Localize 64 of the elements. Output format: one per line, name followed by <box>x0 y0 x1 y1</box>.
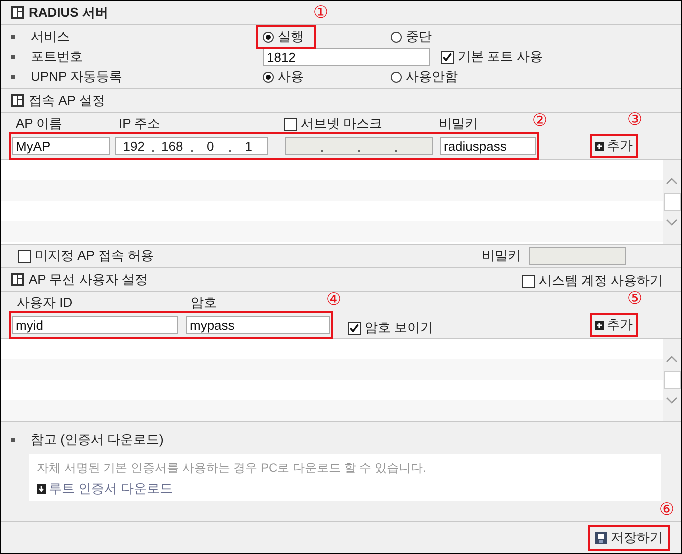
section-title: AP 무선 사용자 설정 <box>29 270 148 288</box>
checkbox[interactable]: 미지정 AP 접속 허용 <box>18 247 154 265</box>
checkbox[interactable]: 서브넷 마스크 <box>284 115 439 133</box>
password-field[interactable]: mypass <box>186 316 330 334</box>
download-link[interactable]: 루트 인증서 다운로드 <box>37 480 174 498</box>
field-label: 서비스 <box>31 28 71 46</box>
radio-button[interactable]: 중단 <box>391 28 432 46</box>
column-label: 사용자 ID <box>17 294 74 312</box>
column-label: AP 이름 <box>16 115 64 133</box>
scroll-up-icon <box>666 355 678 363</box>
bullet-icon <box>11 438 15 442</box>
save-icon <box>595 532 607 544</box>
bullet-icon <box>11 35 15 39</box>
add-button[interactable]: 추가 <box>592 315 636 335</box>
user-id-field[interactable]: myid <box>12 316 178 334</box>
plus-icon <box>595 142 604 150</box>
radio-button[interactable]: 사용 <box>263 68 304 86</box>
checkbox[interactable]: 시스템 계정 사용하기 <box>522 272 663 290</box>
ip-octet: 168 <box>160 138 184 154</box>
scrollbar-thumb[interactable] <box>664 371 680 389</box>
callout-number: ④ <box>325 291 343 309</box>
column-label: IP 주소 <box>119 115 162 133</box>
notice-text: 자체 서명된 기본 인증서를 사용하는 경우 PC로 다운로드 할 수 있습니다. <box>37 460 428 477</box>
plus-icon <box>595 320 604 330</box>
secret-field[interactable]: radiuspass <box>440 137 536 155</box>
port-field[interactable]: 1812 <box>263 48 430 66</box>
panel-icon <box>11 273 24 286</box>
checkmark-icon <box>442 50 453 64</box>
section-title: 접속 AP 설정 <box>29 92 106 110</box>
column-label: 비밀키 <box>439 115 478 133</box>
checkbox[interactable]: 암호 보이기 <box>348 319 434 337</box>
ip-octet: 0 <box>206 138 216 154</box>
radio-button[interactable]: 실행 <box>263 28 304 46</box>
add-button[interactable]: 추가 <box>592 136 636 156</box>
note-title: 참고 (인증서 다운로드) <box>31 431 164 449</box>
section-title: RADIUS 서버 <box>29 4 108 22</box>
panel-icon <box>11 94 24 107</box>
scrollbar-thumb[interactable] <box>664 193 680 211</box>
callout-number: ③ <box>626 111 644 129</box>
scrollbar[interactable] <box>663 339 681 421</box>
scrollbar[interactable] <box>663 160 681 244</box>
checkmark-icon <box>349 322 360 334</box>
panel-icon <box>11 6 24 19</box>
download-icon <box>37 484 46 494</box>
ip-octet: 1 <box>244 138 254 154</box>
field-label: 비밀키 <box>482 247 521 265</box>
callout-number: ② <box>531 112 549 130</box>
column-label: 암호 <box>191 294 217 312</box>
subnet-mask-field[interactable] <box>285 137 433 155</box>
field-label: 포트번호 <box>31 48 84 66</box>
ip-address-field[interactable]: 192 168 0 1 <box>115 137 268 155</box>
callout-number: ⑥ <box>658 501 676 519</box>
scroll-down-icon <box>666 397 678 405</box>
scroll-up-icon <box>666 177 678 185</box>
ap-name-field[interactable]: MyAP <box>12 137 110 155</box>
checkbox[interactable]: 기본 포트 사용 <box>441 48 544 66</box>
field-label: UPNP 자동등록 <box>31 68 124 86</box>
callout-number: ⑤ <box>626 290 644 308</box>
scroll-down-icon <box>666 219 678 227</box>
radio-button[interactable]: 사용안함 <box>391 68 458 86</box>
ip-octet: 192 <box>122 138 146 154</box>
bullet-icon <box>11 75 15 79</box>
callout-number: ① <box>312 4 330 22</box>
bullet-icon <box>11 55 15 59</box>
